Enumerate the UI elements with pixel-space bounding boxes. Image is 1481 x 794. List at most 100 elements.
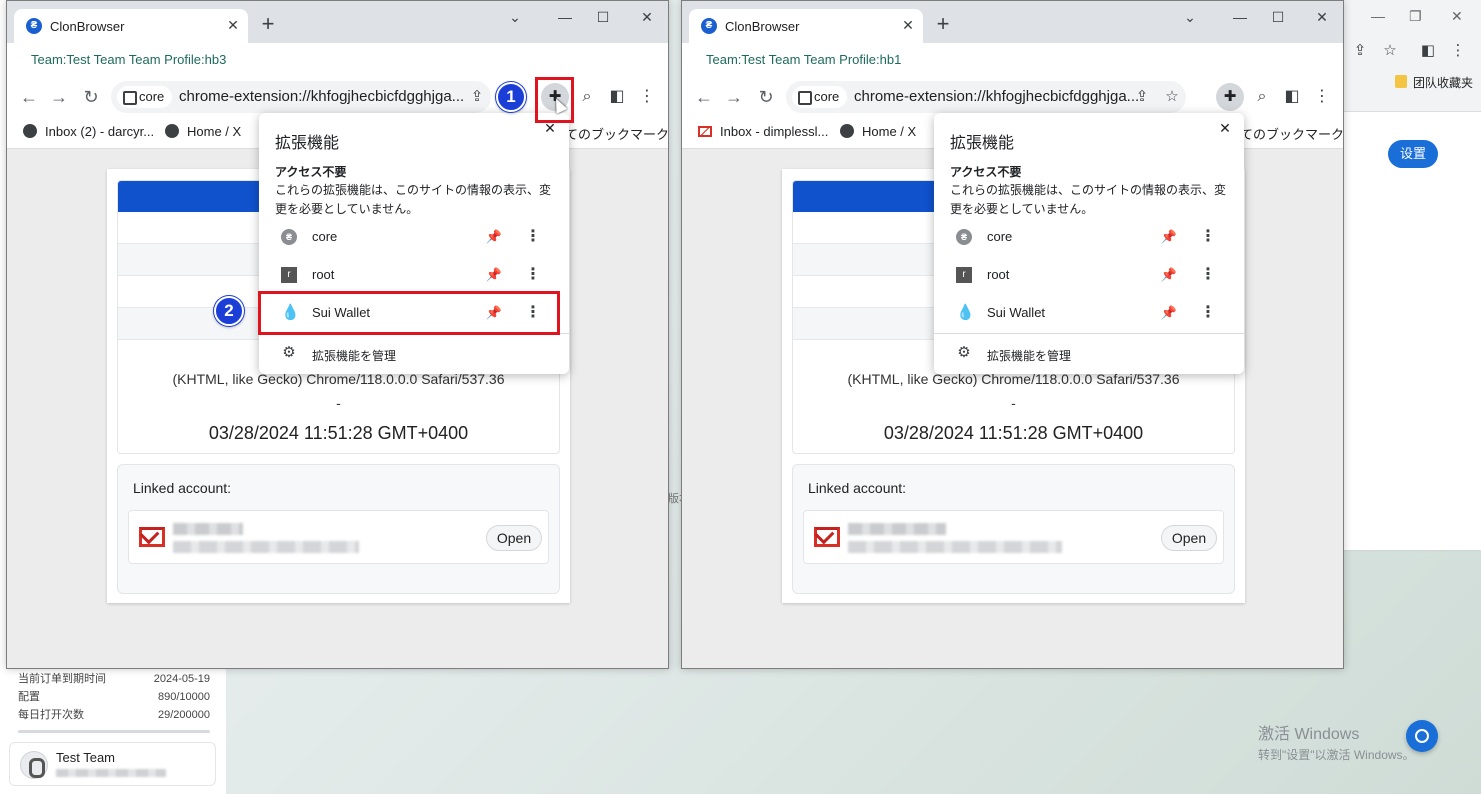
tab-clonbrowser[interactable]: ₴ ClonBrowser ✕	[689, 9, 923, 43]
popup-section-heading: アクセス不要	[950, 165, 1022, 179]
reload-icon[interactable]: ↻	[79, 85, 103, 109]
extension-item-core[interactable]: ₴ core 📌 ⋮	[259, 218, 569, 256]
forward-arrow-icon[interactable]: →	[722, 85, 746, 109]
manage-extensions-label: 拡張機能を管理	[987, 349, 1072, 363]
step2-highlight-box	[258, 291, 560, 335]
step2-badge: 2	[214, 296, 244, 326]
bookmark-home-x[interactable]: Home / X	[165, 124, 241, 139]
reload-icon[interactable]: ↻	[754, 85, 778, 109]
clonbrowser-favicon-icon: ₴	[701, 18, 717, 34]
minimize-icon[interactable]: —	[553, 7, 577, 27]
url-text[interactable]: chrome-extension://khfogjhecbicfdgghjga.…	[854, 88, 1139, 105]
pin-icon[interactable]: 📌	[1160, 228, 1178, 246]
blurred-account-email	[848, 541, 1062, 553]
globe-icon	[165, 124, 179, 138]
bookmark-label: Inbox - dimplessl...	[720, 124, 829, 139]
popup-close-icon[interactable]: ✕	[1216, 119, 1234, 137]
open-account-button[interactable]: Open	[1161, 525, 1217, 551]
more-vert-icon[interactable]: ⋮	[524, 227, 542, 247]
stat-row: 每日打开次数 29/200000	[18, 706, 210, 724]
settings-button[interactable]: 设置	[1388, 140, 1438, 168]
divider	[18, 730, 210, 733]
maximize-icon[interactable]: ☐	[591, 7, 615, 27]
close-window-icon[interactable]: ✕	[1310, 7, 1334, 27]
extension-item-core[interactable]: ₴ core 📌 ⋮	[934, 218, 1244, 256]
address-bar[interactable]: core chrome-extension://khfogjhecbicfdgg…	[786, 81, 1186, 113]
more-icon[interactable]: ⋮	[1449, 41, 1467, 59]
dash-text: -	[336, 395, 341, 411]
tab-clonbrowser[interactable]: ₴ ClonBrowser ✕	[14, 9, 248, 43]
subscription-stats: 当前订单到期时间 2024-05-19 配置 890/10000 每日打开次数 …	[18, 670, 210, 733]
share-icon[interactable]: ⇪	[467, 87, 487, 107]
extensions-popup: 拡張機能 ✕ アクセス不要 これらの拡張機能は、このサイトの情報の表示、変更を必…	[934, 113, 1244, 374]
stat-label: 当前订单到期时间	[18, 673, 106, 685]
dash-text: -	[1011, 395, 1016, 411]
bookmark-inbox[interactable]: Inbox - dimplessl...	[698, 124, 828, 139]
manage-extensions-item[interactable]: ⚙ 拡張機能を管理	[259, 337, 569, 371]
team-profile-bar: Team:Test Team Team Profile:hb3	[7, 43, 668, 77]
new-tab-button[interactable]: +	[932, 13, 954, 35]
extension-item-root[interactable]: r root 📌 ⋮	[934, 256, 1244, 294]
bookmark-label: Home / X	[862, 124, 917, 139]
back-arrow-icon[interactable]: ←	[17, 85, 41, 109]
bookmark-inbox[interactable]: Inbox (2) - darcyr...	[23, 124, 154, 139]
extensions-puzzle-icon[interactable]: ✚	[1216, 83, 1244, 111]
pin-icon[interactable]: 📌	[485, 266, 503, 284]
new-tab-button[interactable]: +	[257, 13, 279, 35]
close-icon[interactable]: ✕	[1451, 8, 1463, 25]
pin-icon[interactable]: 📌	[1160, 266, 1178, 284]
more-menu-icon[interactable]: ⋮	[1310, 85, 1334, 109]
extension-chip[interactable]: core	[117, 86, 173, 108]
share-icon[interactable]: ⇪	[1351, 41, 1369, 59]
bookmark-home-x[interactable]: Home / X	[840, 124, 916, 139]
close-window-icon[interactable]: ✕	[635, 7, 659, 27]
popup-section-heading: アクセス不要	[275, 165, 347, 179]
sidepanel-icon[interactable]: ◧	[1419, 41, 1437, 59]
pin-icon[interactable]: 📌	[1160, 304, 1178, 322]
sidepanel-icon[interactable]: ◧	[1280, 85, 1304, 109]
stat-row: 配置 890/10000	[18, 688, 210, 706]
tab-search-icon[interactable]: ⌄	[1178, 7, 1202, 27]
pin-icon[interactable]: 📌	[485, 228, 503, 246]
tab-close-icon[interactable]: ✕	[899, 16, 917, 34]
extension-chip[interactable]: core	[792, 86, 848, 108]
tab-search-icon[interactable]: ⌄	[503, 7, 527, 27]
sidepanel-icon[interactable]: ◧	[605, 85, 629, 109]
gmail-icon	[139, 527, 165, 547]
support-chat-button[interactable]	[1406, 720, 1438, 752]
extension-name: root	[312, 267, 335, 282]
bookmark-folder-label[interactable]: 团队收藏夹	[1413, 74, 1473, 91]
extension-item-sui-wallet[interactable]: 💧 Sui Wallet 📌 ⋮	[934, 294, 1244, 332]
stat-label: 配置	[18, 691, 40, 703]
more-menu-icon[interactable]: ⋮	[635, 85, 659, 109]
more-vert-icon[interactable]: ⋮	[1199, 265, 1217, 285]
share-icon[interactable]: ⇪	[1132, 87, 1152, 107]
browser-toolbar: ← → ↻ core chrome-extension://khfogjhecb…	[682, 77, 1343, 117]
address-bar[interactable]: core chrome-extension://khfogjhecbicfdgg…	[111, 81, 491, 113]
star-icon[interactable]: ☆	[1162, 87, 1182, 107]
restore-icon[interactable]: ❐	[1409, 8, 1422, 25]
forward-arrow-icon[interactable]: →	[47, 85, 71, 109]
url-text[interactable]: chrome-extension://khfogjhecbicfdgghjga.…	[179, 88, 464, 105]
blurred-email	[56, 769, 166, 777]
extension-item-root[interactable]: r root 📌 ⋮	[259, 256, 569, 294]
more-vert-icon[interactable]: ⋮	[1199, 227, 1217, 247]
star-icon[interactable]: ☆	[1381, 41, 1399, 59]
back-arrow-icon[interactable]: ←	[692, 85, 716, 109]
user-card[interactable]: Test Team	[9, 742, 216, 786]
search-icon[interactable]: ⌕	[575, 85, 599, 109]
other-bookmarks[interactable]: てのブックマーク	[565, 124, 668, 143]
more-vert-icon[interactable]: ⋮	[1199, 303, 1217, 323]
tab-close-icon[interactable]: ✕	[224, 16, 242, 34]
open-account-button[interactable]: Open	[486, 525, 542, 551]
manage-extensions-item[interactable]: ⚙ 拡張機能を管理	[934, 337, 1244, 371]
more-vert-icon[interactable]: ⋮	[524, 265, 542, 285]
minimize-icon[interactable]: —	[1228, 7, 1252, 27]
titlebar: ₴ ClonBrowser ✕ + ⌄ — ☐ ✕	[682, 1, 1343, 43]
background-window-chrome: — ❐ ✕ ⇪ ☆ ◧ ⋮ 团队收藏夹	[1343, 0, 1481, 112]
other-bookmarks[interactable]: てのブックマーク	[1240, 124, 1343, 143]
maximize-icon[interactable]: ☐	[1266, 7, 1290, 27]
minimize-icon[interactable]: —	[1371, 8, 1385, 24]
tab-title: ClonBrowser	[50, 19, 125, 34]
search-icon[interactable]: ⌕	[1250, 85, 1274, 109]
